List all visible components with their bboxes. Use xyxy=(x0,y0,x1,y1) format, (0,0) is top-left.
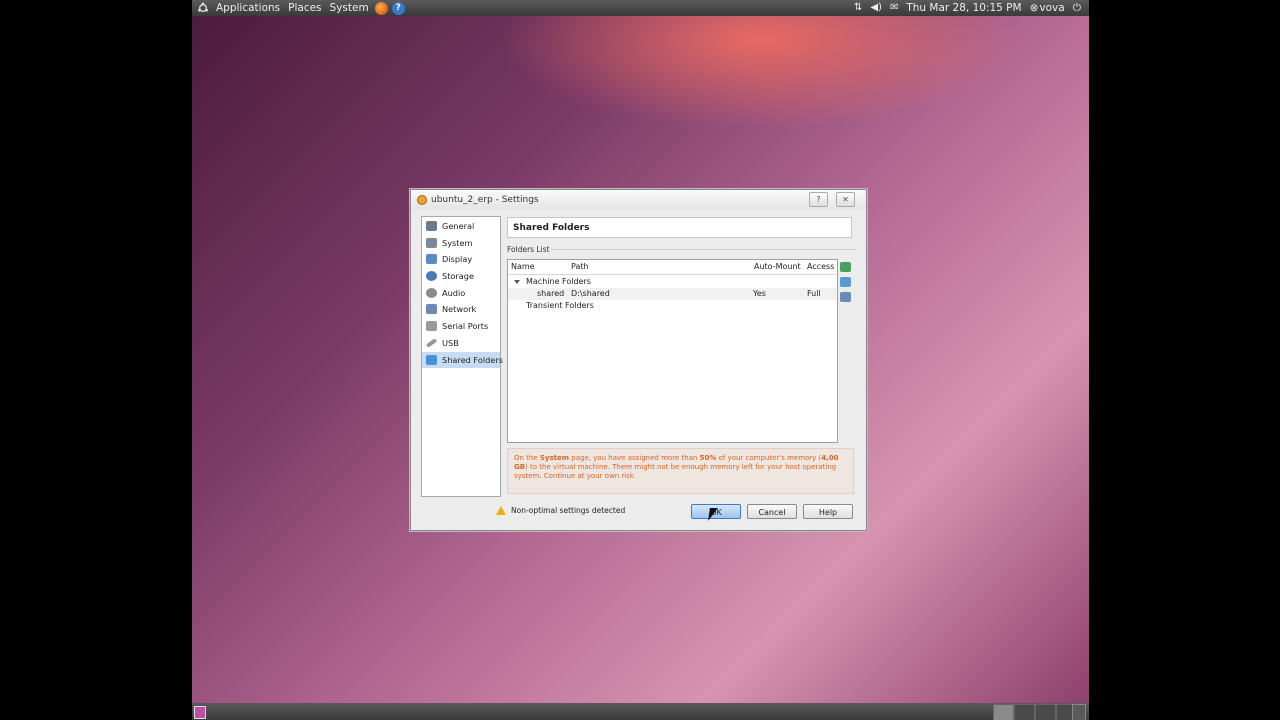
column-name[interactable]: Name xyxy=(511,262,535,271)
nav-item-storage[interactable]: Storage xyxy=(422,268,500,285)
nav-item-label: Serial Ports xyxy=(442,321,489,332)
workspace-2[interactable] xyxy=(1014,704,1035,720)
trash-icon[interactable] xyxy=(1072,704,1086,720)
network-icon xyxy=(426,304,437,315)
clock[interactable]: Thu Mar 28, 10:15 PM xyxy=(906,0,1021,16)
title-close-button[interactable]: ✕ xyxy=(836,192,855,207)
group-label: Transient Folders xyxy=(526,301,594,310)
share-access: Full xyxy=(807,289,821,298)
usb-icon xyxy=(425,338,438,348)
warning-link-system[interactable]: System xyxy=(540,454,569,462)
display-icon xyxy=(426,254,437,265)
edit-folder-icon[interactable] xyxy=(840,277,851,287)
remove-folder-icon[interactable] xyxy=(840,292,851,302)
list-item-machine-folders[interactable]: Machine Folders xyxy=(508,276,837,288)
group-divider xyxy=(551,249,856,250)
add-folder-icon[interactable] xyxy=(840,262,851,272)
menu-applications[interactable]: Applications xyxy=(216,0,280,16)
workspace-1[interactable] xyxy=(993,704,1014,720)
column-access[interactable]: Access xyxy=(807,262,834,271)
nav-item-label: Shared Folders xyxy=(442,354,503,365)
column-path[interactable]: Path xyxy=(571,262,589,271)
folders-list-label: Folders List xyxy=(507,245,550,254)
shared-folders-icon xyxy=(426,354,437,365)
list-item-transient-folders[interactable]: Transient Folders xyxy=(508,300,837,312)
user-name[interactable]: vova xyxy=(1039,0,1064,16)
storage-icon xyxy=(426,271,437,282)
title-help-button[interactable]: ? xyxy=(809,192,828,207)
dialog-titlebar[interactable]: ubuntu_2_erp - Settings ? ✕ xyxy=(411,190,866,210)
warning-text: ) to the virtual machine. There might no… xyxy=(514,463,837,480)
menu-places[interactable]: Places xyxy=(288,0,321,16)
nav-item-label: Network xyxy=(442,304,477,315)
folders-list[interactable]: Name Path Auto-Mount Access Machine Fold… xyxy=(507,259,838,443)
warning-percent: 50% xyxy=(699,454,717,462)
share-auto-mount: Yes xyxy=(753,289,766,298)
nav-item-system[interactable]: System xyxy=(422,235,500,252)
help-button[interactable]: Help xyxy=(803,504,853,519)
system-icon xyxy=(426,237,437,248)
nav-item-label: General xyxy=(442,221,475,231)
nav-item-shared-folders[interactable]: Shared Folders xyxy=(422,351,503,369)
nav-item-label: Storage xyxy=(442,271,475,282)
list-header: Name Path Auto-Mount Access xyxy=(508,260,837,275)
audio-icon xyxy=(426,287,437,298)
dialog-title: ubuntu_2_erp - Settings xyxy=(431,195,539,205)
user-status-icon[interactable]: ⊗ xyxy=(1030,0,1039,16)
list-item-shared[interactable]: shared D:\shared Yes Full xyxy=(508,288,837,300)
nav-item-label: Display xyxy=(442,254,473,265)
expand-arrow-icon[interactable] xyxy=(514,280,520,284)
top-panel: Applications Places System ? ⇅ ◀) ✉ Thu … xyxy=(192,0,1089,16)
warning-icon xyxy=(496,506,506,515)
nav-item-network[interactable]: Network xyxy=(422,301,500,318)
bottom-panel xyxy=(192,703,1089,720)
power-icon[interactable]: ⏻ xyxy=(1073,0,1081,16)
nav-item-label: Audio xyxy=(442,287,466,298)
settings-dialog: ubuntu_2_erp - Settings ? ✕ General Syst… xyxy=(410,189,867,531)
non-optimal-warning[interactable]: Non-optimal settings detected xyxy=(496,506,625,515)
nav-item-usb[interactable]: USB xyxy=(422,335,500,352)
ubuntu-logo-icon[interactable] xyxy=(197,2,209,14)
network-icon[interactable]: ⇅ xyxy=(854,0,862,16)
firefox-icon[interactable] xyxy=(374,1,388,15)
nav-item-general[interactable]: General xyxy=(422,218,500,235)
settings-nav: General System Display Storage Audio Net… xyxy=(421,216,503,497)
column-auto-mount[interactable]: Auto-Mount xyxy=(754,262,801,271)
group-label: Machine Folders xyxy=(526,277,591,286)
nav-item-serial-ports[interactable]: Serial Ports xyxy=(422,318,500,335)
warning-text: of your computer's memory ( xyxy=(716,454,822,462)
volume-icon[interactable]: ◀) xyxy=(870,0,882,16)
help-icon[interactable]: ? xyxy=(391,1,405,15)
serial-ports-icon xyxy=(426,321,437,332)
nav-item-audio[interactable]: Audio xyxy=(422,285,500,302)
share-path: D:\shared xyxy=(571,289,610,298)
memory-warning: On the System page, you have assigned mo… xyxy=(507,448,854,494)
footer-warning-text: Non-optimal settings detected xyxy=(511,506,626,515)
workspace-3[interactable] xyxy=(1035,704,1056,720)
mail-icon[interactable]: ✉ xyxy=(890,0,898,16)
warning-text: On the xyxy=(514,454,540,462)
cancel-button[interactable]: Cancel xyxy=(747,504,797,519)
menu-system[interactable]: System xyxy=(330,0,369,16)
general-icon xyxy=(426,221,437,231)
page-title: Shared Folders xyxy=(507,217,852,238)
nav-item-label: USB xyxy=(442,337,459,348)
virtualbox-icon xyxy=(417,195,427,205)
warning-text: page, you have assigned more than xyxy=(569,454,700,462)
share-name: shared xyxy=(537,289,565,298)
nav-item-display[interactable]: Display xyxy=(422,251,500,268)
nav-item-label: System xyxy=(442,237,473,248)
show-desktop-icon[interactable] xyxy=(194,706,206,719)
